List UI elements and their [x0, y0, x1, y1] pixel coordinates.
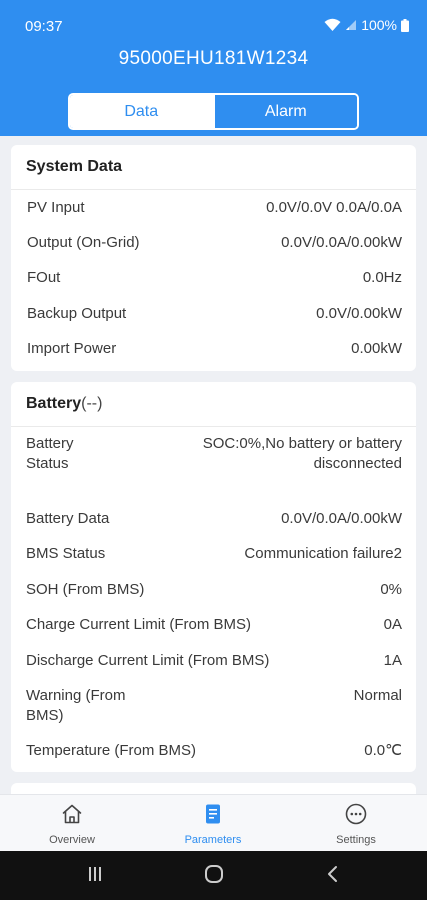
- status-time: 09:37: [25, 18, 63, 35]
- row-label: Backup Output: [27, 305, 127, 322]
- nav-parameters[interactable]: Parameters: [153, 795, 273, 852]
- status-bar: 09:37 100%: [0, 0, 427, 50]
- row-value: 0%: [380, 581, 402, 598]
- battery-title: Battery (--): [11, 382, 416, 427]
- row-label: PV Input: [27, 199, 85, 216]
- battery-card: Battery (--) Battery Status SOC:0%,No bat…: [11, 382, 416, 772]
- tab-data[interactable]: Data: [70, 95, 213, 128]
- signal-icon: [345, 19, 357, 31]
- device-serial-title: 95000EHU181W1234: [118, 48, 309, 69]
- row-value: 0.0℃: [364, 742, 402, 759]
- row-label: Temperature (From BMS): [26, 742, 197, 759]
- row-label: Charge Current Limit (From BMS): [26, 616, 252, 633]
- back-button[interactable]: [320, 863, 346, 889]
- more-icon: [344, 795, 368, 831]
- row-value-line: disconnected: [313, 455, 402, 472]
- app-header: 09:37 100% 95000EHU181W1234 Data Alarm: [0, 0, 427, 136]
- recents-button[interactable]: [82, 863, 108, 889]
- nav-overview[interactable]: Overview: [12, 795, 132, 852]
- row-label-line: Status: [26, 455, 69, 472]
- row-value-line: SOC:0%,No battery or battery: [202, 435, 402, 452]
- nav-settings-label: Settings: [336, 834, 376, 846]
- recents-icon: [86, 865, 104, 888]
- row-label: Battery Status: [26, 434, 74, 474]
- system-data-title: System Data: [11, 145, 416, 190]
- row-value: Communication failure2: [244, 545, 402, 562]
- row-value: 0.0V/0.0V 0.0A/0.0A: [266, 199, 402, 216]
- row-value: 0.0V/0.0A/0.00kW: [281, 510, 402, 527]
- row-label: Discharge Current Limit (From BMS): [26, 652, 270, 669]
- nav-overview-label: Overview: [49, 834, 95, 846]
- battery-title-sub: (--): [81, 395, 103, 412]
- battery-icon: [401, 18, 409, 32]
- row-label: Battery Data: [26, 510, 110, 527]
- battery-title-text: Battery: [26, 395, 82, 412]
- row-label: FOut: [27, 269, 61, 286]
- row-label: BMS Status: [26, 545, 106, 562]
- row-value: 0.0V/0.00kW: [316, 305, 402, 322]
- system-data-card: System Data PV Input 0.0V/0.0V 0.0A/0.0A…: [11, 145, 416, 371]
- status-icons: 100%: [324, 17, 409, 33]
- row-label: Warning (From BMS): [26, 686, 125, 726]
- home-circle-icon: [203, 863, 225, 890]
- battery-percent: 100%: [361, 17, 397, 33]
- back-chevron-icon: [324, 865, 342, 888]
- row-label: Import Power: [27, 340, 117, 357]
- row-label-line: Battery: [26, 435, 74, 452]
- row-value: SOC:0%,No battery or battery disconnecte…: [203, 434, 402, 474]
- row-value: 0.00kW: [351, 340, 402, 357]
- row-label-line: Warning (From: [26, 687, 126, 704]
- tab-alarm[interactable]: Alarm: [212, 95, 357, 128]
- bottom-nav: Overview Parameters Settings: [0, 794, 427, 851]
- row-label: SOH (From BMS): [26, 581, 145, 598]
- nav-parameters-label: Parameters: [184, 834, 242, 846]
- row-value: 1A: [383, 652, 402, 669]
- home-button[interactable]: [201, 863, 227, 889]
- view-tabs: Data Alarm: [68, 93, 359, 130]
- system-nav-bar: [0, 851, 427, 900]
- wifi-icon: [324, 18, 341, 32]
- home-icon: [60, 795, 84, 831]
- row-value: Normal: [353, 687, 402, 704]
- row-label: Output (On-Grid): [27, 234, 140, 251]
- row-value: 0.0V/0.0A/0.00kW: [281, 234, 402, 251]
- row-value: 0.0Hz: [362, 269, 402, 286]
- nav-settings[interactable]: Settings: [296, 795, 416, 852]
- row-value: 0A: [383, 616, 402, 633]
- document-icon: [201, 795, 225, 831]
- row-label-line: BMS): [26, 707, 64, 724]
